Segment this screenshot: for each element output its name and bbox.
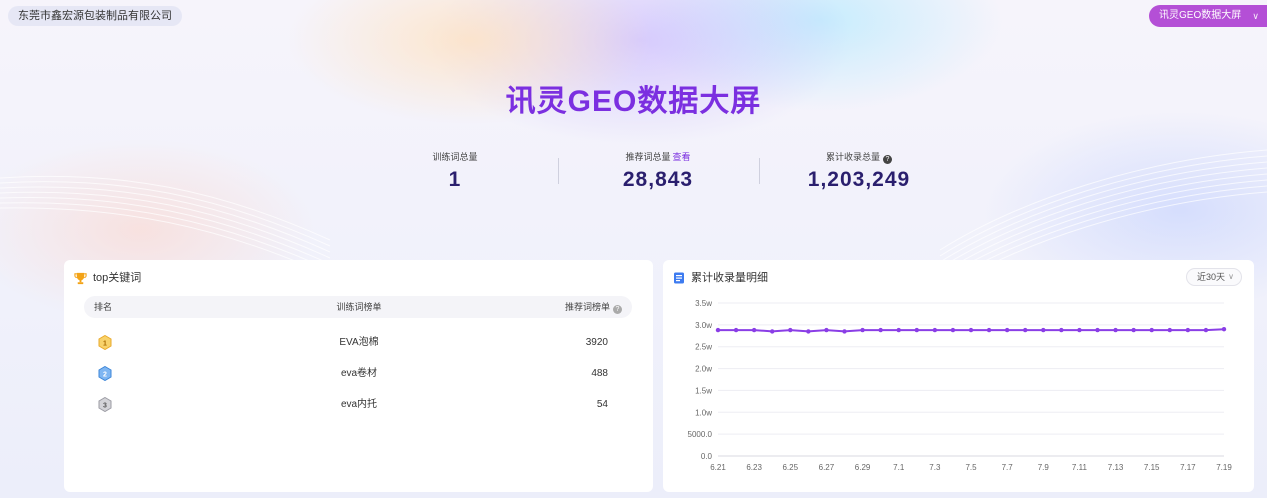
data-point — [1221, 327, 1227, 332]
top-keywords-header: top关键词 — [74, 269, 141, 287]
data-point — [860, 327, 865, 333]
y-tick-label: 0.0 — [701, 452, 713, 461]
x-tick-label: 7.19 — [1216, 463, 1232, 472]
data-point — [1203, 327, 1209, 333]
rank-number: 3 — [103, 403, 107, 410]
table-row: 1 EVA泡棉 3920 — [84, 332, 632, 354]
y-tick-label: 1.0w — [695, 408, 712, 417]
x-tick-label: 7.1 — [893, 463, 905, 472]
keyword-label: EVA泡棉 — [339, 337, 379, 348]
x-tick-label: 7.5 — [965, 463, 977, 472]
y-tick-label: 2.5w — [695, 343, 712, 352]
data-point — [842, 329, 847, 334]
table-row: 2 eva卷材 488 — [84, 363, 632, 385]
x-tick-label: 7.13 — [1108, 463, 1124, 472]
help-icon[interactable]: ? — [883, 155, 892, 164]
data-point — [770, 329, 775, 334]
x-tick-label: 7.17 — [1180, 463, 1196, 472]
data-point — [1004, 327, 1010, 333]
rank-number: 2 — [103, 372, 107, 379]
data-point — [1149, 327, 1154, 333]
x-tick-label: 6.27 — [819, 463, 835, 472]
data-point — [1041, 327, 1046, 333]
view-recommend-link[interactable]: 查看 — [673, 152, 691, 162]
keyword-count: 488 — [591, 368, 608, 379]
x-tick-label: 7.7 — [1002, 463, 1014, 472]
help-icon[interactable]: ? — [613, 305, 622, 314]
stat-recommend-label: 推荐词总量 — [625, 152, 671, 162]
y-tick-label: 3.5w — [695, 299, 712, 308]
x-tick-label: 7.9 — [1038, 463, 1050, 472]
data-point — [932, 327, 938, 333]
trophy-icon — [74, 272, 87, 284]
keyword-label: eva卷材 — [340, 368, 378, 379]
data-point — [1095, 327, 1100, 333]
rank-number: 1 — [103, 341, 107, 348]
x-tick-label: 7.3 — [929, 463, 941, 472]
column-rank: 排名 — [94, 302, 113, 312]
stat-training-label: 训练词总量 — [432, 152, 478, 162]
data-point — [806, 329, 811, 334]
data-point — [1185, 327, 1191, 333]
stat-training-value: 1 — [448, 168, 462, 191]
data-point — [1077, 327, 1082, 333]
y-tick-label: 1.5w — [695, 386, 712, 395]
page-title: 讯灵GEO数据大屏 — [505, 85, 762, 118]
data-point — [715, 327, 721, 333]
stat-recommend: 推荐词总量 查看 28,843 — [558, 150, 758, 192]
y-tick-label: 3.0w — [695, 321, 712, 330]
data-point — [878, 327, 883, 333]
screen-select-dropdown[interactable]: 讯灵GEO数据大屏 ∨ — [1149, 5, 1267, 27]
top-keywords-card: top关键词 排名 训练词榜单 推荐词榜单? 1 EVA泡棉 3920 2 ev… — [64, 260, 653, 492]
screen-select-label: 讯灵GEO数据大屏 — [1159, 10, 1242, 21]
y-tick-label: 5000.0 — [688, 430, 713, 439]
column-training-word: 训练词榜单 — [336, 302, 382, 312]
keywords-table-header: 排名 训练词榜单 推荐词榜单? — [84, 296, 632, 318]
data-point — [950, 327, 956, 333]
stat-indexed-value: 1,203,249 — [807, 168, 911, 191]
x-tick-label: 7.15 — [1144, 463, 1160, 472]
x-tick-label: 6.21 — [710, 463, 726, 472]
keyword-label: eva内托 — [340, 399, 378, 410]
data-point — [751, 327, 757, 333]
data-point — [896, 327, 901, 333]
x-tick-label: 7.11 — [1072, 463, 1088, 472]
data-point — [1167, 327, 1172, 333]
data-point — [1023, 327, 1028, 333]
keyword-count: 54 — [596, 399, 608, 410]
stats-panel: 训练词总量 1 推荐词总量 查看 28,843 累计收录总量? 1,203,249 — [355, 150, 915, 194]
stat-indexed-label: 累计收录总量 — [825, 152, 880, 162]
keyword-count: 3920 — [585, 337, 608, 348]
index-detail-card: 累计收录量明细 近30天 ∨ 0.0 5000.0 1.0w 1.5w 2.0w 2.5w… — [663, 260, 1254, 492]
data-point — [986, 327, 992, 333]
top-keywords-title: top关键词 — [93, 272, 142, 284]
data-point — [1131, 327, 1136, 333]
silver-medal-icon: 2 — [98, 366, 112, 381]
data-point — [733, 327, 739, 333]
data-point — [914, 327, 919, 333]
stat-training: 训练词总量 1 — [355, 150, 555, 192]
table-row: 3 eva内托 54 — [84, 394, 632, 416]
x-tick-label: 6.25 — [782, 463, 798, 472]
column-recommend-label: 推荐词榜单 — [564, 302, 610, 312]
stat-recommend-value: 28,843 — [622, 168, 694, 191]
column-recommend: 推荐词榜单? — [565, 296, 622, 318]
y-tick-label: 2.0w — [695, 365, 712, 374]
x-tick-label: 6.29 — [855, 463, 871, 472]
data-point — [1059, 327, 1064, 333]
stat-indexed: 累计收录总量? 1,203,249 — [759, 150, 959, 192]
data-point — [788, 327, 793, 333]
x-tick-label: 6.23 — [746, 463, 762, 472]
data-point — [968, 327, 974, 333]
data-point — [1113, 327, 1118, 333]
data-point — [824, 327, 829, 333]
index-line-chart: 0.0 5000.0 1.0w 1.5w 2.0w 2.5w 3.0w 3.5w 6.21 6.2… — [688, 299, 1233, 472]
gold-medal-icon: 1 — [98, 335, 112, 350]
company-name: 东莞市鑫宏源包装制品有限公司 — [8, 6, 182, 26]
bronze-medal-icon: 3 — [98, 397, 112, 412]
chevron-down-icon: ∨ — [1252, 11, 1259, 21]
